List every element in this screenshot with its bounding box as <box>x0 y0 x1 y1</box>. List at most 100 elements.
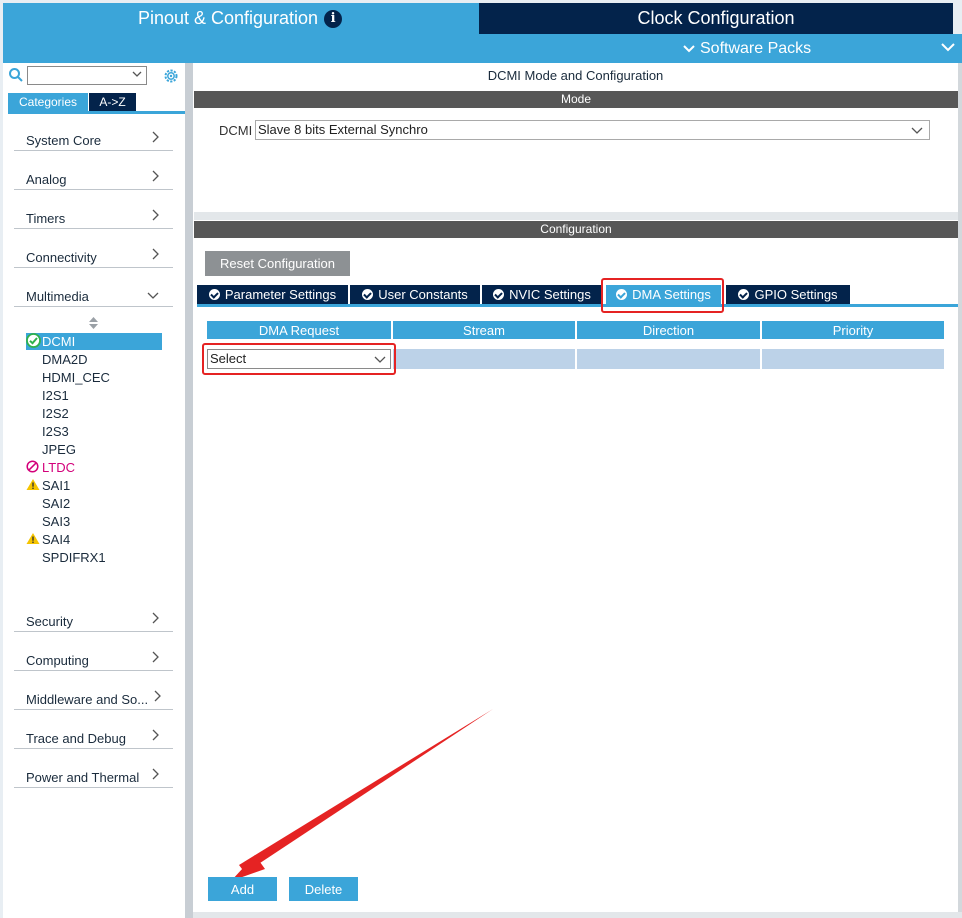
category-trace-debug[interactable]: Trace and Debug <box>14 722 173 749</box>
tab-gpio-settings[interactable]: GPIO Settings <box>726 285 850 304</box>
chevron-right-icon <box>151 612 159 627</box>
category-label: Trace and Debug <box>26 731 126 746</box>
item-label: SAI1 <box>42 478 71 493</box>
table-cell-priority[interactable] <box>762 349 944 369</box>
reset-configuration-button[interactable]: Reset Configuration <box>205 251 350 276</box>
chevron-down-icon <box>132 68 142 81</box>
category-label: System Core <box>26 133 102 148</box>
tab-label: GPIO Settings <box>754 287 838 302</box>
check-circle-icon <box>208 289 220 300</box>
mode-header: Mode <box>194 91 958 108</box>
category-label: Analog <box>26 172 67 187</box>
multimedia-item-dma2d[interactable]: DMA2D <box>26 351 88 368</box>
category-analog[interactable]: Analog <box>14 163 173 190</box>
check-circle-icon <box>26 332 42 351</box>
tab-user-constants[interactable]: User Constants <box>350 285 480 304</box>
tab-parameter-settings[interactable]: Parameter Settings <box>197 285 348 304</box>
info-icon[interactable]: i <box>324 9 343 28</box>
category-label: Connectivity <box>26 250 97 265</box>
category-label: Timers <box>26 211 66 226</box>
sidebar-splitter[interactable] <box>185 63 193 918</box>
page-title: DCMI Mode and Configuration <box>487 68 664 83</box>
sort-icon[interactable] <box>89 317 98 330</box>
disabled-icon <box>26 459 42 476</box>
multimedia-item-sai3[interactable]: SAI3 <box>26 513 70 530</box>
tab-categories[interactable]: Categories <box>8 93 88 111</box>
item-label: DCMI <box>42 334 76 349</box>
chevron-right-icon <box>151 248 159 263</box>
item-label: JPEG <box>42 442 76 457</box>
multimedia-item-i2s2[interactable]: I2S2 <box>26 405 69 422</box>
chevron-right-icon <box>151 768 159 783</box>
tab-pinout-configuration[interactable]: Pinout & Configuration i <box>3 3 477 34</box>
dcmi-mode-select[interactable]: Slave 8 bits External Synchro <box>255 120 930 140</box>
chevron-right-icon <box>151 729 159 744</box>
check-circle-icon <box>493 289 505 300</box>
item-label: I2S3 <box>42 424 69 439</box>
search-input[interactable] <box>27 66 147 85</box>
tab-a-z[interactable]: A->Z <box>89 93 136 111</box>
multimedia-item-i2s1[interactable]: I2S1 <box>26 387 69 404</box>
check-circle-icon <box>738 289 750 300</box>
tab-nvic-settings[interactable]: NVIC Settings <box>482 285 602 304</box>
column-header-direction[interactable]: Direction <box>577 321 760 339</box>
tab-label: User Constants <box>378 287 468 302</box>
software-packs-menu[interactable]: Software Packs <box>682 38 811 60</box>
configuration-header: Configuration <box>194 221 958 238</box>
category-security[interactable]: Security <box>14 605 173 632</box>
bottom-border <box>193 912 962 918</box>
multimedia-item-sai4[interactable]: SAI4 <box>26 531 70 548</box>
chevron-right-icon <box>151 170 159 185</box>
category-computing[interactable]: Computing <box>14 644 173 671</box>
tab-clock-configuration[interactable]: Clock Configuration <box>479 3 953 34</box>
item-label: HDMI_CEC <box>42 370 110 385</box>
column-header-priority[interactable]: Priority <box>762 321 944 339</box>
multimedia-item-sai1[interactable]: SAI1 <box>26 477 70 494</box>
item-label: I2S2 <box>42 406 69 421</box>
gear-icon[interactable] <box>162 67 180 85</box>
multimedia-item-dcmi[interactable]: DCMI <box>26 332 162 351</box>
category-label: Security <box>26 614 73 629</box>
delete-button[interactable]: Delete <box>289 877 358 901</box>
expand-chevron-icon[interactable] <box>940 38 956 57</box>
tab-label: NVIC Settings <box>509 287 591 302</box>
warning-icon <box>26 532 42 548</box>
category-label: Computing <box>26 653 89 668</box>
multimedia-item-hdmi-cec[interactable]: HDMI_CEC <box>26 369 110 386</box>
multimedia-item-ltdc[interactable]: LTDC <box>26 459 75 476</box>
search-icon <box>9 68 23 82</box>
annotation-arrow <box>231 709 493 881</box>
table-cell-direction[interactable] <box>577 349 760 369</box>
category-connectivity[interactable]: Connectivity <box>14 241 173 268</box>
dcmi-mode-label: DCMI <box>219 123 253 138</box>
software-packs-label: Software Packs <box>700 40 812 57</box>
add-button[interactable]: Add <box>208 877 277 901</box>
chevron-right-icon <box>151 131 159 146</box>
scrollbar-track[interactable] <box>958 63 962 918</box>
multimedia-item-jpeg[interactable]: JPEG <box>26 441 76 458</box>
column-header-dma-request[interactable]: DMA Request <box>207 321 391 339</box>
check-circle-icon <box>362 289 374 300</box>
item-label: SAI3 <box>42 514 71 529</box>
chevron-down-icon <box>911 121 923 139</box>
tab-pinout-label: Pinout & Configuration <box>137 8 319 28</box>
column-header-stream[interactable]: Stream <box>393 321 575 339</box>
item-label: LTDC <box>42 460 75 475</box>
multimedia-item-sai2[interactable]: SAI2 <box>26 495 70 512</box>
multimedia-item-i2s3[interactable]: I2S3 <box>26 423 69 440</box>
category-multimedia[interactable]: Multimedia <box>14 280 173 307</box>
category-power-thermal[interactable]: Power and Thermal <box>14 761 173 788</box>
category-system-core[interactable]: System Core <box>14 124 173 151</box>
category-middleware[interactable]: Middleware and So... <box>14 683 173 710</box>
category-timers[interactable]: Timers <box>14 202 173 229</box>
warning-icon <box>26 478 42 494</box>
chevron-right-icon <box>153 690 161 705</box>
tab-underline <box>8 111 185 114</box>
table-cell-stream[interactable] <box>393 349 575 369</box>
chevron-right-icon <box>151 209 159 224</box>
panel-splitter[interactable] <box>194 212 958 220</box>
multimedia-item-spdifrx1[interactable]: SPDIFRX1 <box>26 549 106 566</box>
dcmi-mode-value: Slave 8 bits External Synchro <box>258 122 428 137</box>
highlight-dma-tab <box>601 278 724 313</box>
item-label: SAI4 <box>42 532 71 547</box>
